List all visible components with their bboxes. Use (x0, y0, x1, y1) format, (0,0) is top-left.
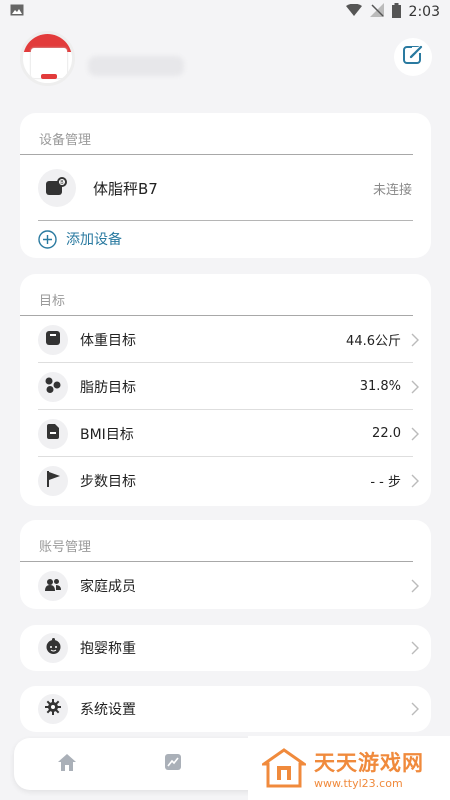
battery-icon (391, 2, 401, 22)
family-members-row[interactable]: 家庭成员 (20, 562, 431, 609)
icon-wrap (38, 633, 68, 663)
goal-label: 体重目标 (80, 332, 136, 349)
people-icon (45, 576, 61, 595)
device-row[interactable]: B 体脂秤B7 未连接 (20, 155, 431, 221)
status-bar: 2:03 (0, 0, 450, 24)
nav-trend[interactable] (147, 738, 199, 790)
chevron-right-icon (409, 333, 421, 347)
goal-value: 44.6公斤 (346, 334, 401, 349)
profile-header (0, 24, 450, 110)
gallery-notification-icon (10, 4, 24, 20)
section-title-goals: 目标 (20, 274, 413, 316)
section-title-devices: 设备管理 (20, 113, 413, 155)
home-icon (58, 753, 76, 775)
icon-wrap (38, 324, 68, 355)
add-device-button[interactable]: 添加设备 (20, 221, 431, 257)
no-signal-icon (369, 3, 384, 21)
bmi-icon (47, 424, 59, 443)
watermark-title: 天天游戏网 (314, 750, 424, 775)
icon-wrap (38, 570, 68, 601)
icon-wrap (38, 694, 68, 724)
username-blurred (88, 56, 184, 76)
chart-icon (165, 754, 181, 774)
goal-row-steps[interactable]: 步数目标 - - 步 (20, 457, 431, 504)
add-circle-icon (38, 229, 57, 249)
baby-icon (45, 638, 62, 658)
nav-home[interactable] (41, 738, 93, 790)
baby-weighing-card: 抱婴称重 (20, 625, 431, 671)
goal-row-bmi[interactable]: BMI目标 22.0 (20, 410, 431, 457)
flag-icon (46, 470, 60, 491)
svg-text:B: B (60, 180, 64, 186)
device-icon-wrap: B (38, 169, 76, 207)
goal-label: 脂肪目标 (80, 379, 136, 396)
goal-value: 31.8% (359, 379, 401, 394)
goal-value: 22.0 (372, 426, 401, 441)
edit-icon (402, 44, 424, 70)
edit-profile-button[interactable] (394, 38, 432, 76)
chevron-right-icon (409, 380, 421, 394)
gear-icon (45, 699, 61, 719)
watermark-house-icon (262, 748, 306, 788)
family-members-label: 家庭成员 (80, 578, 136, 595)
chevron-right-icon (409, 474, 421, 488)
fat-icon (45, 377, 61, 397)
goal-row-fat[interactable]: 脂肪目标 31.8% (20, 363, 431, 410)
section-title-account: 账号管理 (20, 520, 413, 562)
scale-device-icon: B (46, 176, 68, 200)
goal-row-weight[interactable]: 体重目标 44.6公斤 (20, 316, 431, 363)
watermark-url: www.ttyl23.com (314, 776, 403, 790)
goal-value: - - 步 (370, 475, 401, 490)
account-card: 账号管理 家庭成员 (20, 520, 431, 609)
avatar[interactable] (20, 31, 75, 86)
clock: 2:03 (408, 4, 440, 20)
baby-weighing-row[interactable]: 抱婴称重 (20, 625, 431, 671)
chevron-right-icon (409, 702, 421, 716)
icon-wrap (38, 418, 68, 449)
chevron-right-icon (409, 641, 421, 655)
watermark-logo: 天天游戏网 www.ttyl23.com (248, 736, 450, 800)
add-device-label: 添加设备 (66, 232, 122, 248)
system-settings-label: 系统设置 (80, 702, 136, 718)
system-settings-row[interactable]: 系统设置 (20, 686, 431, 732)
chevron-right-icon (409, 579, 421, 593)
goal-label: BMI目标 (80, 426, 134, 443)
device-management-card: 设备管理 B 体脂秤B7 未连接 添加设备 (20, 113, 431, 258)
icon-wrap (38, 371, 68, 402)
system-settings-card: 系统设置 (20, 686, 431, 732)
scale-icon (46, 330, 60, 349)
goal-label: 步数目标 (80, 473, 136, 490)
chevron-right-icon (409, 427, 421, 441)
device-status: 未连接 (372, 182, 412, 198)
icon-wrap (38, 465, 68, 496)
device-name: 体脂秤B7 (93, 179, 158, 198)
goals-card: 目标 体重目标 44.6公斤 脂肪目标 31.8% BMI目标 22.0 步数目… (20, 274, 431, 506)
wifi-icon (345, 3, 362, 20)
baby-weighing-label: 抱婴称重 (80, 641, 136, 657)
